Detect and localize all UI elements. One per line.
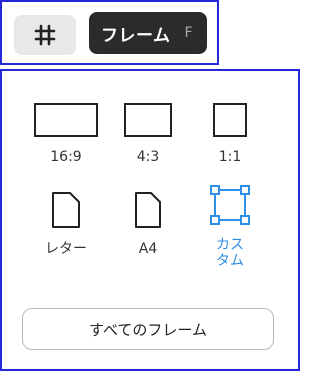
frame-tool-button[interactable] xyxy=(14,15,76,55)
page-a4-icon xyxy=(135,192,161,228)
frame-option-4-3[interactable]: 4:3 xyxy=(106,85,190,177)
all-frames-button[interactable]: すべてのフレーム xyxy=(22,308,274,350)
frame-option-16-9[interactable]: 16:9 xyxy=(24,85,108,177)
frame-option-label: A4 xyxy=(138,241,158,257)
tooltip-label: フレーム xyxy=(101,25,171,46)
frame-option-1-1[interactable]: 1:1 xyxy=(188,85,272,177)
toolbar: フレーム F xyxy=(0,0,219,65)
frame-option-label: 16:9 xyxy=(50,149,82,165)
custom-frame-icon xyxy=(210,185,250,225)
frame-option-letter[interactable]: レター xyxy=(24,177,108,269)
frame-tooltip: フレーム F xyxy=(89,12,207,54)
frame-option-label: カスタム xyxy=(216,237,244,269)
rectangle-16-9-icon xyxy=(34,103,98,137)
rectangle-4-3-icon xyxy=(124,103,172,137)
frame-presets-panel: 16:9 4:3 1:1 レター A4 カスタム すべてのフレーム xyxy=(0,69,300,371)
tooltip-shortcut: F xyxy=(184,25,193,41)
frame-option-a4[interactable]: A4 xyxy=(106,177,190,269)
square-icon xyxy=(213,103,247,137)
hash-icon xyxy=(34,24,56,46)
frame-option-custom[interactable]: カスタム xyxy=(188,177,272,269)
page-letter-icon xyxy=(52,192,80,228)
frame-option-label: レター xyxy=(45,241,87,257)
frame-option-label: 4:3 xyxy=(136,149,160,165)
frame-option-label: 1:1 xyxy=(218,149,242,165)
